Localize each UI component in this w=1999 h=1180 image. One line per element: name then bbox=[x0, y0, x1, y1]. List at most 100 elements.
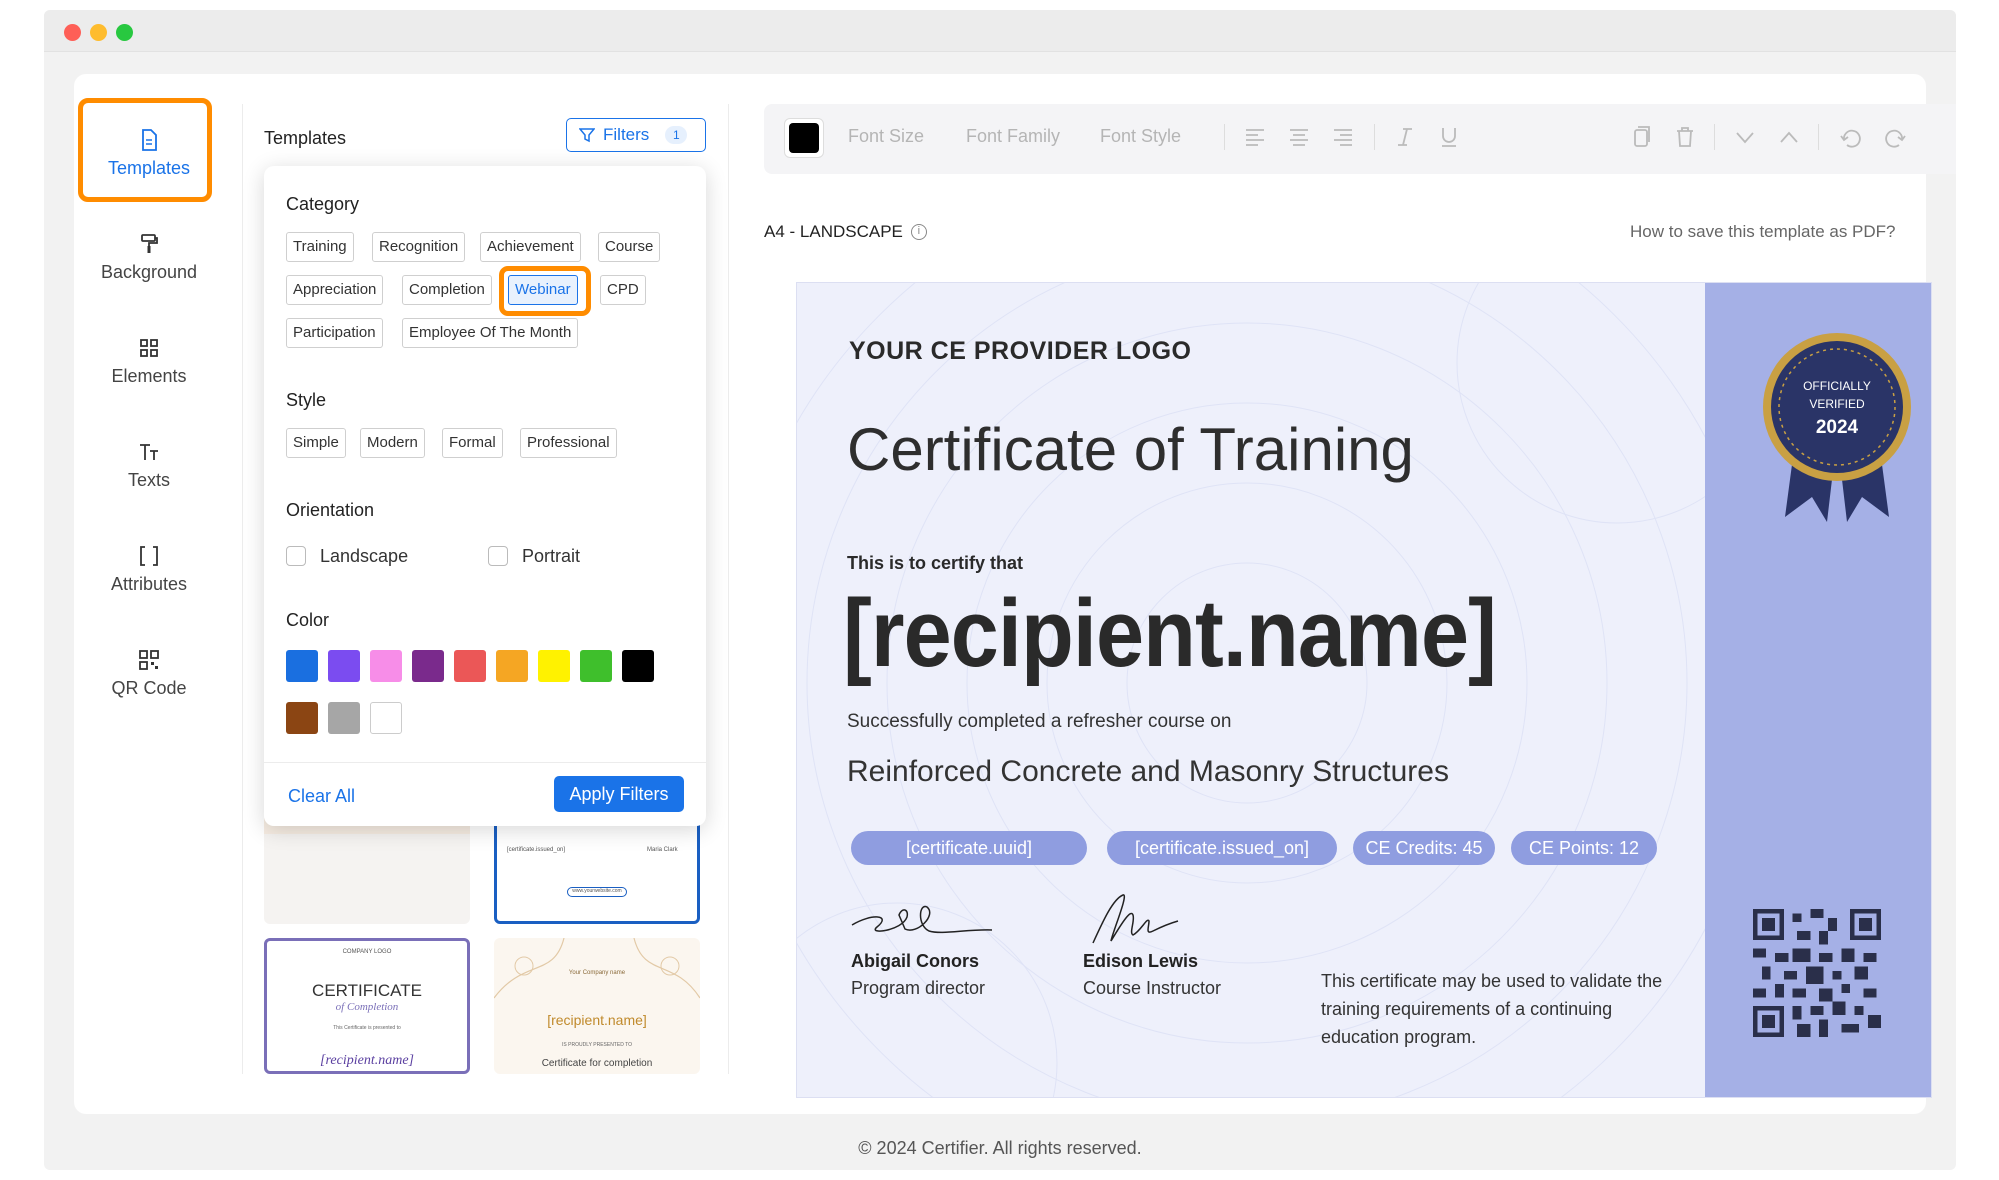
signer-name: Edison Lewis bbox=[1083, 951, 1199, 971]
undo-icon[interactable] bbox=[1838, 124, 1864, 150]
close-window-button[interactable] bbox=[64, 24, 81, 41]
category-title: Category bbox=[286, 194, 360, 214]
copy-icon[interactable] bbox=[1628, 124, 1654, 150]
color-swatch[interactable] bbox=[496, 650, 528, 682]
minimize-window-button[interactable] bbox=[90, 24, 107, 41]
certificate-canvas[interactable]: OFFICIALLY VERIFIED 2024 YOUR CE PROVIDE… bbox=[796, 282, 1932, 1098]
maximize-window-button[interactable] bbox=[116, 24, 133, 41]
color-swatch[interactable] bbox=[538, 650, 570, 682]
thumbnail-text: of Completion bbox=[335, 1001, 399, 1013]
ce-credits-pill: CE Credits: 45 bbox=[1353, 831, 1495, 865]
category-chip-recognition[interactable]: Recognition bbox=[372, 232, 466, 262]
divider bbox=[1818, 124, 1819, 150]
color-title: Color bbox=[286, 610, 330, 630]
thumbnail-text: COMPANY LOGO bbox=[342, 949, 392, 955]
templates-panel-title: Templates bbox=[264, 128, 347, 148]
certificate-title: Certificate of Training bbox=[847, 416, 1414, 483]
category-chip-webinar[interactable]: Webinar bbox=[508, 275, 578, 305]
style-chip-formal[interactable]: Formal bbox=[442, 428, 503, 458]
color-swatch[interactable] bbox=[454, 650, 486, 682]
category-chip-achievement[interactable]: Achievement bbox=[480, 232, 581, 262]
color-swatch[interactable] bbox=[328, 650, 360, 682]
sidebar-item-templates[interactable]: Templates bbox=[78, 98, 214, 204]
portrait-checkbox[interactable] bbox=[488, 546, 508, 566]
info-icon[interactable]: i bbox=[910, 224, 927, 240]
certify-text: This is to certify that bbox=[847, 553, 1024, 573]
italic-icon[interactable] bbox=[1392, 124, 1418, 150]
orientation-title: Orientation bbox=[286, 500, 375, 520]
landscape-checkbox[interactable] bbox=[286, 546, 306, 566]
paint-roller-icon bbox=[141, 234, 158, 253]
filters-button[interactable]: Filters 1 bbox=[566, 118, 706, 152]
redo-icon[interactable] bbox=[1882, 124, 1908, 150]
category-chip-training[interactable]: Training bbox=[286, 232, 354, 262]
qr-code-icon bbox=[139, 650, 159, 670]
course-name: Reinforced Concrete and Masonry Structur… bbox=[847, 755, 1449, 788]
certificate-uuid-pill: [certificate.uuid] bbox=[851, 831, 1087, 865]
highlight-ring bbox=[78, 98, 212, 202]
apply-filters-button[interactable]: Apply Filters bbox=[554, 776, 684, 812]
page-size-label: A4 - LANDSCAPE i bbox=[764, 222, 927, 242]
text-color-picker[interactable] bbox=[784, 118, 824, 158]
color-swatch[interactable] bbox=[412, 650, 444, 682]
color-swatch[interactable] bbox=[328, 702, 360, 734]
font-family-select[interactable]: Font Family bbox=[966, 126, 1060, 147]
category-chip-completion[interactable]: Completion bbox=[402, 275, 492, 305]
underline-icon[interactable] bbox=[1436, 124, 1462, 150]
sidebar-item-elements[interactable]: Elements bbox=[84, 312, 214, 412]
style-chip-simple[interactable]: Simple bbox=[286, 428, 346, 458]
signature-edison bbox=[1092, 894, 1179, 944]
color-swatch[interactable] bbox=[622, 650, 654, 682]
category-chip-appreciation[interactable]: Appreciation bbox=[286, 275, 384, 305]
divider bbox=[1224, 124, 1225, 150]
provider-logo-text: YOUR CE PROVIDER LOGO bbox=[849, 337, 1192, 365]
recipient-name: [recipient.name] bbox=[843, 580, 1497, 687]
thumbnail-text: This Certificate is presented to bbox=[333, 1025, 401, 1031]
floral-decoration bbox=[494, 938, 700, 999]
app-window: Templates Background Elements Texts Attr… bbox=[44, 10, 1956, 1170]
category-chip-employee-of-the-month[interactable]: Employee Of The Month bbox=[402, 318, 579, 348]
align-right-icon[interactable] bbox=[1330, 124, 1356, 150]
font-style-select[interactable]: Font Style bbox=[1100, 126, 1181, 147]
thumbnail-text: www.yourwebsite.com bbox=[567, 887, 627, 897]
divider bbox=[728, 104, 729, 1074]
chevron-down-icon[interactable] bbox=[1732, 124, 1758, 150]
sidebar-item-attributes[interactable]: Attributes bbox=[84, 520, 214, 620]
sidebar-item-qr-code[interactable]: QR Code bbox=[84, 624, 214, 724]
portrait-label: Portrait bbox=[522, 546, 581, 566]
color-swatch[interactable] bbox=[370, 650, 402, 682]
color-swatch[interactable] bbox=[370, 702, 402, 734]
thumbnail-text: Maria Clark bbox=[647, 847, 678, 853]
sidebar-item-label: Background bbox=[100, 262, 198, 282]
divider bbox=[1374, 124, 1375, 150]
save-as-pdf-help-link[interactable]: How to save this template as PDF? bbox=[1630, 222, 1896, 242]
clear-all-link[interactable]: Clear All bbox=[288, 786, 355, 807]
category-chip-course[interactable]: Course bbox=[598, 232, 661, 262]
divider bbox=[242, 104, 243, 1074]
thumbnail-text: [recipient.name] bbox=[320, 1053, 414, 1068]
trash-icon[interactable] bbox=[1672, 124, 1698, 150]
style-chip-modern[interactable]: Modern bbox=[360, 428, 425, 458]
font-size-select[interactable]: Font Size bbox=[848, 126, 924, 147]
category-chip-participation[interactable]: Participation bbox=[286, 318, 383, 348]
color-swatch[interactable] bbox=[286, 650, 318, 682]
sidebar-item-texts[interactable]: Texts bbox=[84, 416, 214, 516]
color-swatch[interactable] bbox=[580, 650, 612, 682]
badge-line2: VERIFIED bbox=[1809, 397, 1865, 411]
thumbnail-text: [recipient.name] bbox=[547, 1012, 647, 1028]
filter-icon bbox=[579, 128, 595, 143]
color-preview bbox=[789, 123, 819, 153]
template-thumbnail[interactable]: Your Company name [recipient.name] IS PR… bbox=[494, 938, 700, 1074]
category-chip-cpd[interactable]: CPD bbox=[600, 275, 646, 305]
chevron-up-icon[interactable] bbox=[1776, 124, 1802, 150]
template-thumbnail[interactable]: COMPANY LOGO CERTIFICATE of Completion T… bbox=[264, 938, 470, 1074]
align-center-icon[interactable] bbox=[1286, 124, 1312, 150]
style-chip-professional[interactable]: Professional bbox=[520, 428, 617, 458]
align-left-icon[interactable] bbox=[1242, 124, 1268, 150]
template-thumbnail-selected[interactable]: [certificate.issued_on] Maria Clark www.… bbox=[494, 814, 700, 924]
template-thumbnail[interactable] bbox=[264, 814, 470, 924]
sidebar-item-background[interactable]: Background bbox=[84, 208, 214, 308]
sidebar-item-label: Texts bbox=[127, 470, 170, 490]
color-swatch[interactable] bbox=[286, 702, 318, 734]
signer-block: Edison Lewis Course Instructor bbox=[1083, 951, 1221, 999]
